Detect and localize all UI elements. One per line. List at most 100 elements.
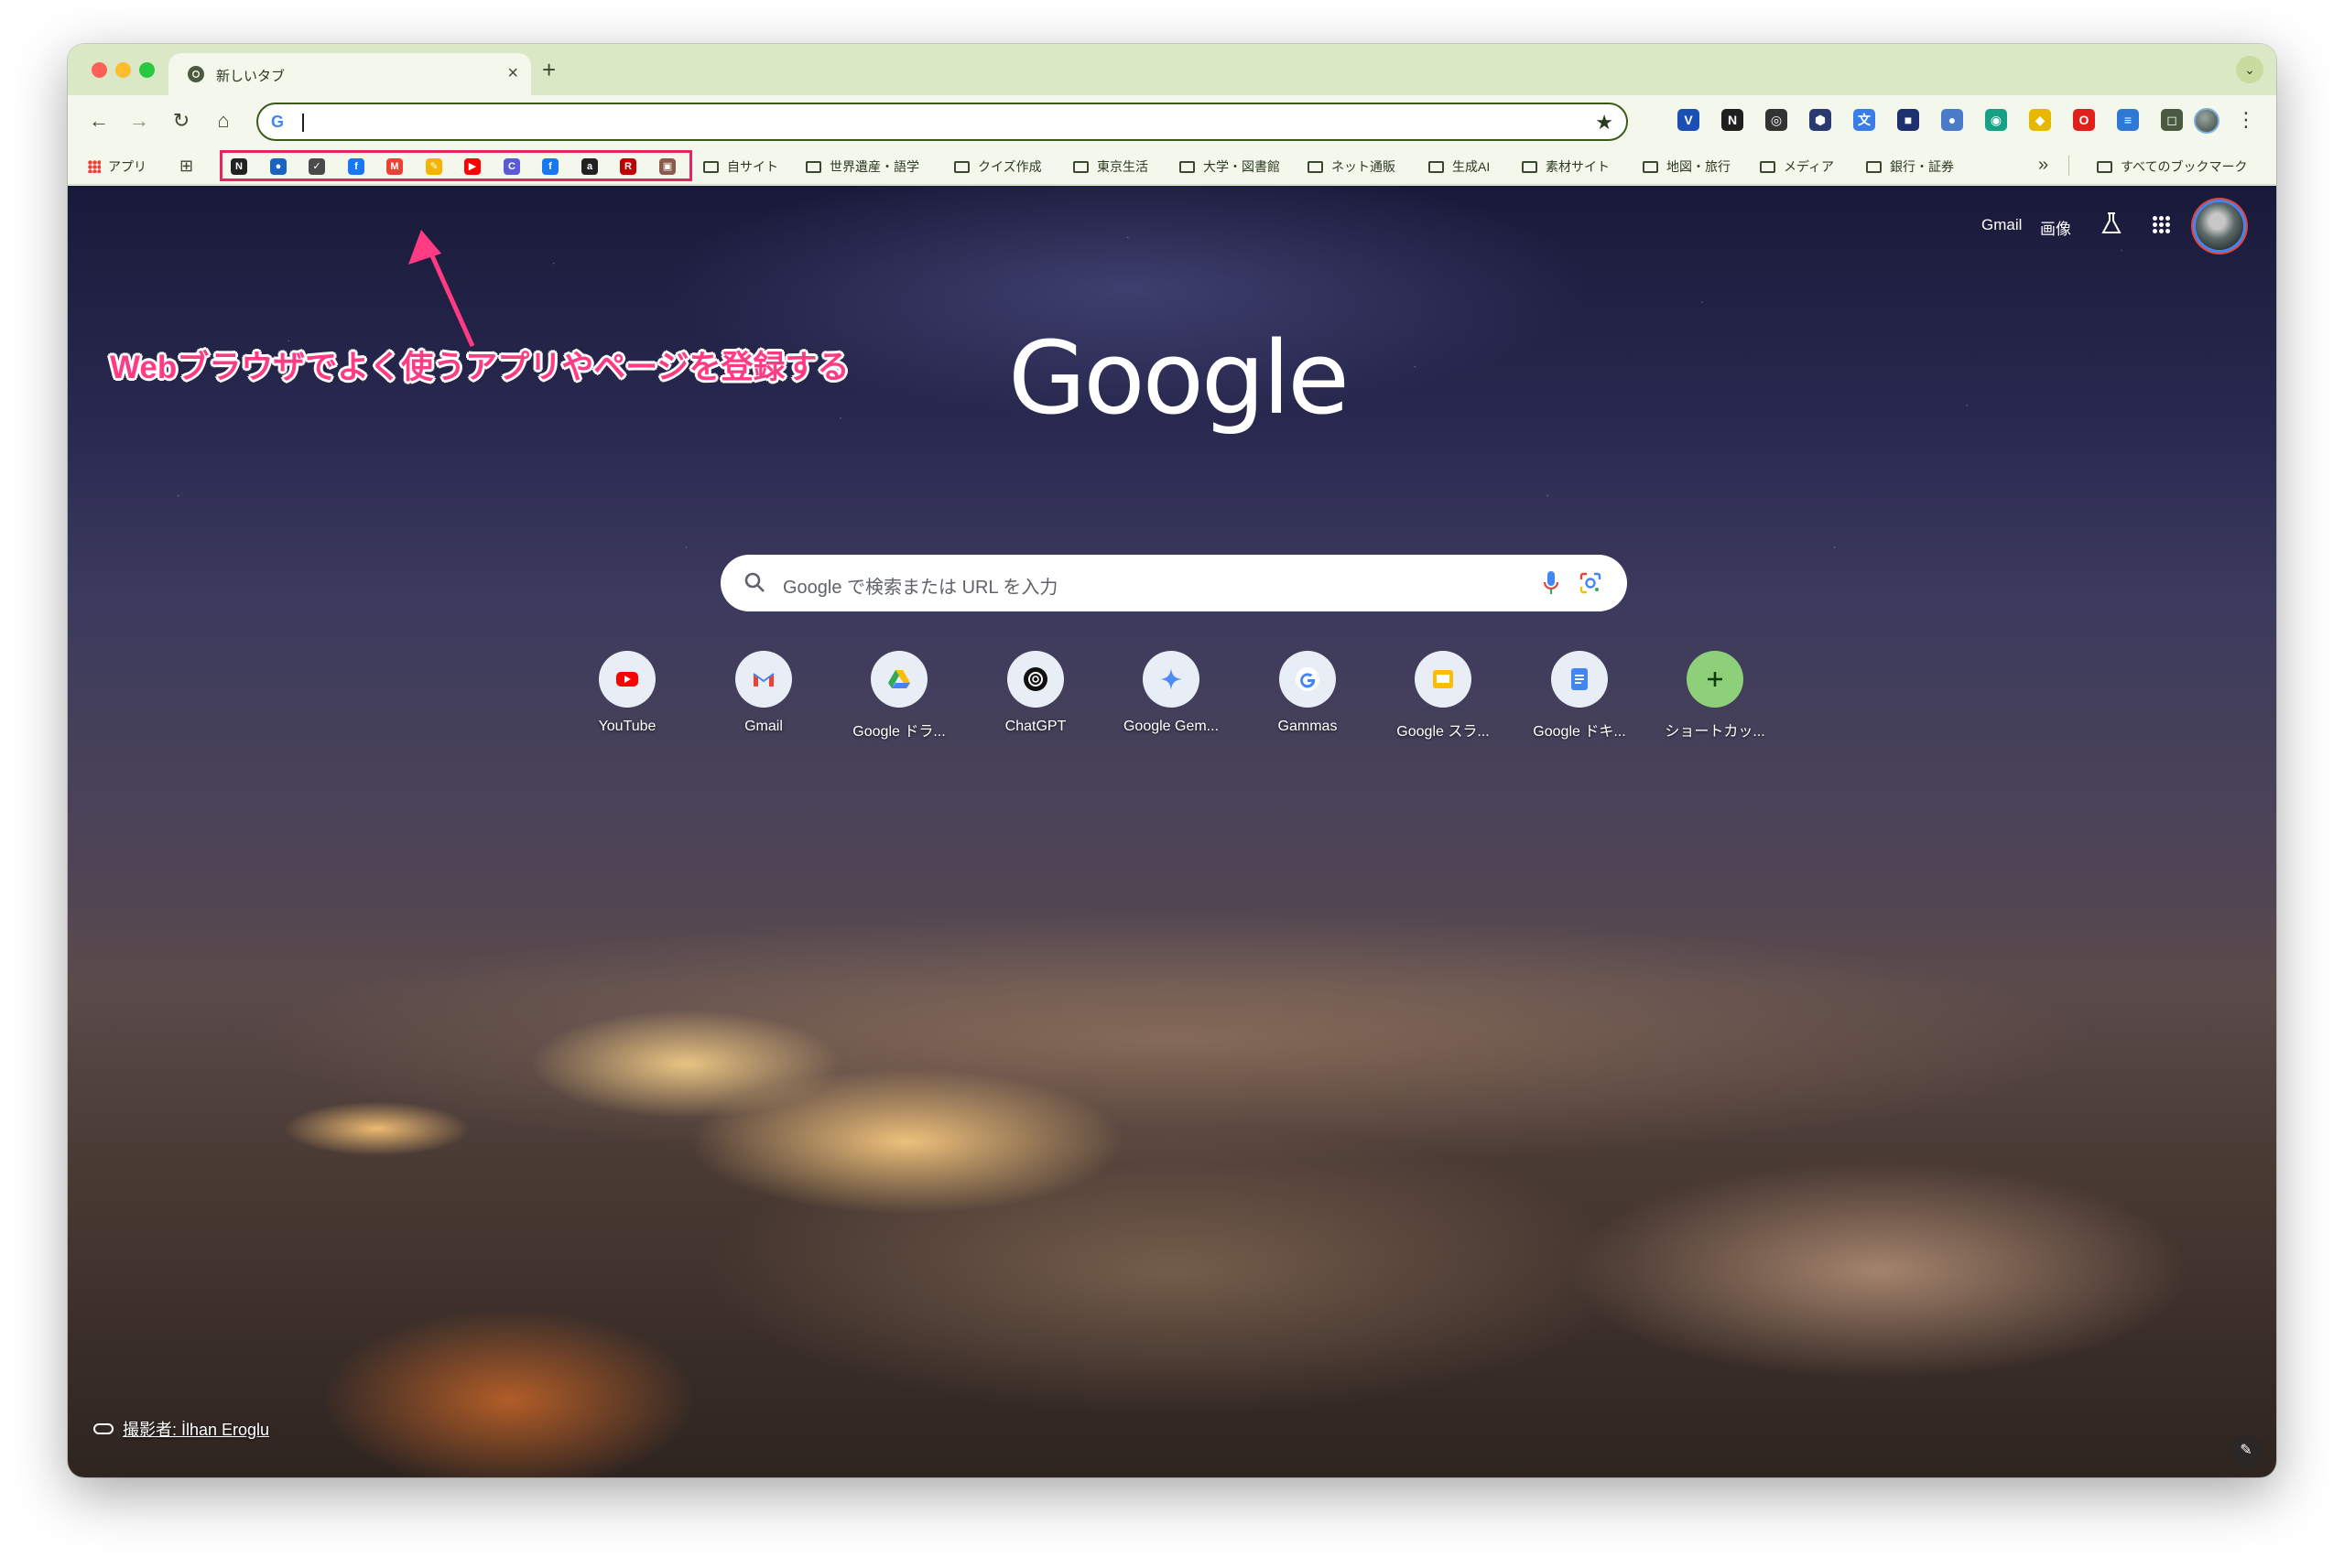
google-docs-icon (1571, 668, 1588, 690)
bookmark-gmail-icon[interactable]: M (386, 158, 403, 175)
bookmark-folder-label: 大学・図書館 (1203, 159, 1280, 174)
new-tab-button[interactable]: + (542, 57, 556, 82)
photo-credit[interactable]: 撮影者: İlhan Eroglu (93, 1417, 269, 1441)
bookmark-folder[interactable]: 生成AI (1428, 157, 1490, 176)
shortcut-tile[interactable]: Google スラ... (1384, 651, 1503, 761)
bookmark-folder[interactable]: クイズ作成 (954, 157, 1042, 176)
gemini-icon (1160, 668, 1182, 690)
zoom-window-button[interactable] (139, 62, 155, 78)
shortcut-tile[interactable]: Google ドラ... (840, 651, 959, 761)
shortcut-tile[interactable]: Google Gem... (1112, 651, 1231, 761)
extension-globe-icon[interactable]: ● (1941, 109, 1963, 131)
reload-button[interactable]: ↻ (167, 106, 196, 135)
folder-icon (954, 161, 970, 173)
bookmarks-divider (2068, 156, 2069, 176)
profile-avatar[interactable] (2194, 108, 2219, 134)
tab-close-button[interactable]: × (507, 62, 518, 84)
labs-flask-icon[interactable] (2100, 211, 2122, 235)
shortcut-tile[interactable]: ChatGPT (976, 651, 1095, 761)
bookmark-rakuten-icon[interactable]: R (620, 158, 636, 175)
address-bar[interactable]: G ★ (256, 103, 1628, 141)
bookmark-folder[interactable]: ネット通販 (1308, 157, 1395, 176)
bookmark-folder[interactable]: 地図・旅行 (1643, 157, 1731, 176)
gmail-link[interactable]: Gmail (1981, 216, 2022, 234)
bookmark-folder-label: クイズ作成 (978, 159, 1042, 174)
extension-translate-icon[interactable]: 文 (1853, 109, 1875, 131)
folder-icon (1866, 161, 1882, 173)
shortcut-label: Google ドキ... (1533, 724, 1626, 740)
add-shortcut-icon (1708, 672, 1722, 687)
grid-icon[interactable]: ⊞ (179, 157, 193, 176)
bookmark-folder[interactable]: 大学・図書館 (1179, 157, 1280, 176)
bookmark-folder[interactable]: 東京生活 (1073, 157, 1148, 176)
extension-capture-icon[interactable]: ◎ (1765, 109, 1787, 131)
bookmark-folder[interactable]: 銀行・証券 (1866, 157, 1954, 176)
tab-search-button[interactable]: ⌄ (2236, 56, 2263, 83)
apps-shortcut[interactable]: アプリ (88, 157, 146, 176)
bookmark-tools-icon[interactable]: ✎ (426, 158, 442, 175)
tab-new-tab[interactable]: 新しいタブ × (168, 53, 531, 95)
account-avatar[interactable] (2196, 202, 2243, 250)
bookmark-amazon-icon[interactable]: a (581, 158, 598, 175)
extension-hex-icon[interactable]: ⬢ (1809, 109, 1831, 131)
voice-search-icon[interactable] (1541, 569, 1561, 597)
shortcut-icon-circle (1415, 651, 1471, 708)
folder-icon (1522, 161, 1537, 173)
forward-button[interactable]: → (125, 106, 154, 135)
back-button[interactable]: ← (84, 106, 114, 135)
customize-chrome-button[interactable]: ✎ (2230, 1435, 2262, 1466)
extension-puzzle-icon[interactable]: ◻ (2161, 109, 2183, 131)
shortcut-icon-circle (1007, 651, 1064, 708)
bookmark-folder-label: 銀行・証券 (1890, 159, 1954, 174)
bookmark-folder[interactable]: メディア (1760, 157, 1834, 176)
extension-notion-icon[interactable]: N (1721, 109, 1743, 131)
extension-v-icon[interactable]: V (1677, 109, 1699, 131)
search-box[interactable]: Google で検索または URL を入力 (721, 555, 1627, 611)
bookmark-apple-icon[interactable]: ● (270, 158, 287, 175)
bookmark-photo-icon[interactable]: ▣ (659, 158, 676, 175)
shortcut-label: Google ドラ... (852, 724, 946, 740)
google-apps-icon[interactable] (2152, 215, 2170, 233)
extension-opera-icon[interactable]: O (2073, 109, 2095, 131)
all-bookmarks-folder[interactable]: すべてのブックマーク (2097, 157, 2247, 176)
more-bookmarks-button[interactable]: » (2038, 155, 2048, 176)
extension-chat-icon[interactable]: ◉ (1985, 109, 2007, 131)
bookmark-star-icon[interactable]: ★ (1595, 111, 1613, 135)
bookmark-check-icon[interactable]: ✓ (309, 158, 325, 175)
extension-diamond-icon[interactable]: ◆ (2029, 109, 2051, 131)
bookmark-folder[interactable]: 素材サイト (1522, 157, 1610, 176)
home-button[interactable]: ⌂ (209, 106, 238, 135)
folder-icon (806, 161, 821, 173)
bookmark-folder[interactable]: 世界遺産・語学 (806, 157, 919, 176)
google-lens-icon[interactable] (1578, 570, 1603, 596)
bookmark-c-icon[interactable]: C (504, 158, 520, 175)
bookmark-folder[interactable]: 自サイト (703, 157, 778, 176)
google-icon: G (271, 113, 285, 131)
apps-label: アプリ (108, 159, 146, 174)
search-icon (744, 572, 765, 592)
bookmark-youtube-icon[interactable]: ▶ (464, 158, 481, 175)
bookmark-fb-icon[interactable]: f (348, 158, 364, 175)
extension-square-icon[interactable]: ■ (1897, 109, 1919, 131)
bookmark-notion-icon[interactable]: N (231, 158, 247, 175)
shortcut-icon-circle (1279, 651, 1336, 708)
google-g-icon (1296, 667, 1319, 691)
shortcut-tile[interactable]: YouTube (568, 651, 687, 761)
chatgpt-icon (1024, 667, 1047, 691)
google-slides-icon (1433, 670, 1453, 688)
folder-icon (1760, 161, 1775, 173)
shortcut-tile[interactable]: Gmail (704, 651, 823, 761)
bookmark-folder-label: 東京生活 (1097, 159, 1148, 174)
shortcut-tile[interactable]: Google ドキ... (1520, 651, 1639, 761)
close-window-button[interactable] (92, 62, 107, 78)
extension-reader-icon[interactable]: ≡ (2117, 109, 2139, 131)
chrome-menu-button[interactable]: ⋮ (2236, 106, 2256, 134)
bookmark-facebook-icon[interactable]: f (542, 158, 559, 175)
ntp-header: Gmail 画像 (1981, 202, 2256, 250)
minimize-window-button[interactable] (115, 62, 131, 78)
shortcut-tile[interactable]: Gammas (1248, 651, 1367, 761)
bookmark-folder-label: メディア (1784, 159, 1835, 174)
images-link[interactable]: 画像 (2040, 216, 2071, 239)
shortcut-tile[interactable]: ショートカッ... (1655, 651, 1774, 761)
apps-icon (88, 160, 101, 173)
